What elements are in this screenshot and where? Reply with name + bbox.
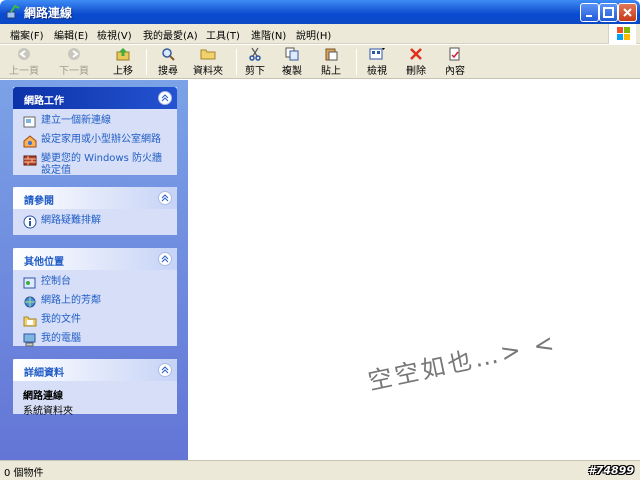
task-firewall-settings[interactable]: 變更您的 Windows 防火牆設定值 (23, 153, 167, 177)
minimize-icon (586, 15, 592, 17)
search-button[interactable]: 搜尋 (155, 47, 181, 77)
back-button[interactable]: 上一頁 (6, 47, 42, 77)
watermark-text: #74899 (588, 464, 634, 477)
folders-button[interactable]: 資料夾 (190, 47, 226, 77)
up-folder-icon (116, 48, 130, 61)
copy-icon (285, 47, 299, 61)
network-connections-icon (6, 4, 20, 19)
other-places-panel: 其他位置 控制台 網路上的芳鄰 我的文件 我的電腦 (13, 248, 177, 349)
collapse-chevron-icon[interactable] (158, 91, 172, 105)
my-documents-icon (23, 316, 37, 327)
folder-icon (200, 49, 216, 60)
close-icon (623, 8, 632, 17)
views-grid-icon (369, 48, 385, 60)
scissors-icon (249, 47, 261, 61)
details-name: 網路連線 (23, 391, 63, 402)
cut-button[interactable]: 剪下 (242, 47, 268, 77)
forward-arrow-icon (68, 48, 80, 60)
delete-x-icon (410, 48, 422, 60)
maximize-icon (603, 7, 614, 18)
network-globe-icon (24, 296, 36, 308)
collapse-chevron-icon[interactable] (158, 363, 172, 377)
close-button[interactable] (618, 3, 637, 22)
menu-favorites[interactable]: 我的最愛(A) (143, 27, 198, 42)
place-network-neighborhood[interactable]: 網路上的芳鄰 (23, 295, 167, 311)
control-panel-icon (23, 277, 36, 289)
place-control-panel[interactable]: 控制台 (23, 276, 167, 292)
views-button[interactable]: 檢視 (362, 47, 392, 77)
menu-view[interactable]: 檢視(V) (97, 27, 132, 42)
task-home-network[interactable]: 設定家用或小型辦公室網路 (23, 134, 167, 150)
see-also-panel: 請參閱 網路疑難排解 (13, 187, 177, 235)
forward-button[interactable]: 下一頁 (56, 47, 92, 77)
details-panel: 詳細資料 網路連線 系統資料夾 (13, 359, 177, 417)
content-area[interactable]: 空空如也…> < (188, 80, 640, 460)
task-create-connection[interactable]: 建立一個新連線 (23, 115, 167, 131)
menu-bar: 檔案(F) 編輯(E) 檢視(V) 我的最愛(A) 工具(T) 進階(N) 說明… (0, 24, 640, 44)
menu-tools[interactable]: 工具(T) (206, 27, 240, 42)
collapse-chevron-icon[interactable] (158, 252, 172, 266)
maximize-button[interactable] (599, 3, 618, 22)
network-tasks-header[interactable]: 網路工作 (13, 87, 177, 109)
handwritten-annotation: 空空如也…> < (365, 328, 560, 396)
windows-logo (608, 24, 636, 44)
search-icon (162, 48, 175, 61)
other-places-header[interactable]: 其他位置 (13, 248, 177, 270)
task-pane: 網路工作 建立一個新連線 設定家用或小型辦公室網路 變更您的 Windows 防… (0, 80, 188, 460)
firewall-icon (23, 155, 37, 166)
title-bar: 網路連線 (0, 0, 640, 24)
place-my-computer[interactable]: 我的電腦 (23, 333, 167, 349)
up-button[interactable]: 上移 (110, 47, 136, 77)
details-type: 系統資料夾 (23, 406, 73, 417)
place-my-documents[interactable]: 我的文件 (23, 314, 167, 330)
properties-icon (449, 47, 460, 61)
my-computer-icon (23, 333, 36, 347)
menu-edit[interactable]: 編輯(E) (54, 27, 88, 42)
new-connection-icon (23, 116, 36, 128)
network-tasks-panel: 網路工作 建立一個新連線 設定家用或小型辦公室網路 變更您的 Windows 防… (13, 87, 177, 177)
home-network-icon (23, 135, 37, 148)
windows-flag-icon (617, 27, 630, 40)
window-title: 網路連線 (24, 6, 73, 20)
details-header[interactable]: 詳細資料 (13, 359, 177, 381)
menu-help[interactable]: 說明(H) (296, 27, 331, 42)
properties-button[interactable]: 內容 (442, 47, 468, 77)
copy-button[interactable]: 複製 (279, 47, 305, 77)
info-icon (23, 215, 37, 229)
task-network-troubleshoot[interactable]: 網路疑難排解 (23, 215, 167, 231)
minimize-button[interactable] (580, 3, 599, 22)
menu-file[interactable]: 檔案(F) (10, 27, 44, 42)
paste-button[interactable]: 貼上 (318, 47, 344, 77)
delete-button[interactable]: 刪除 (403, 47, 429, 77)
status-bar: 0 個物件 #74899 (0, 460, 640, 480)
menu-advanced[interactable]: 進階(N) (251, 27, 286, 42)
see-also-header[interactable]: 請參閱 (13, 187, 177, 209)
status-text: 0 個物件 (4, 468, 44, 479)
back-arrow-icon (18, 48, 30, 60)
toolbar: 上一頁 下一頁 上移 搜尋 資料夾 剪下 複製 貼上 檢視 刪除 內容 (0, 45, 640, 79)
collapse-chevron-icon[interactable] (158, 191, 172, 205)
clipboard-icon (325, 48, 338, 61)
